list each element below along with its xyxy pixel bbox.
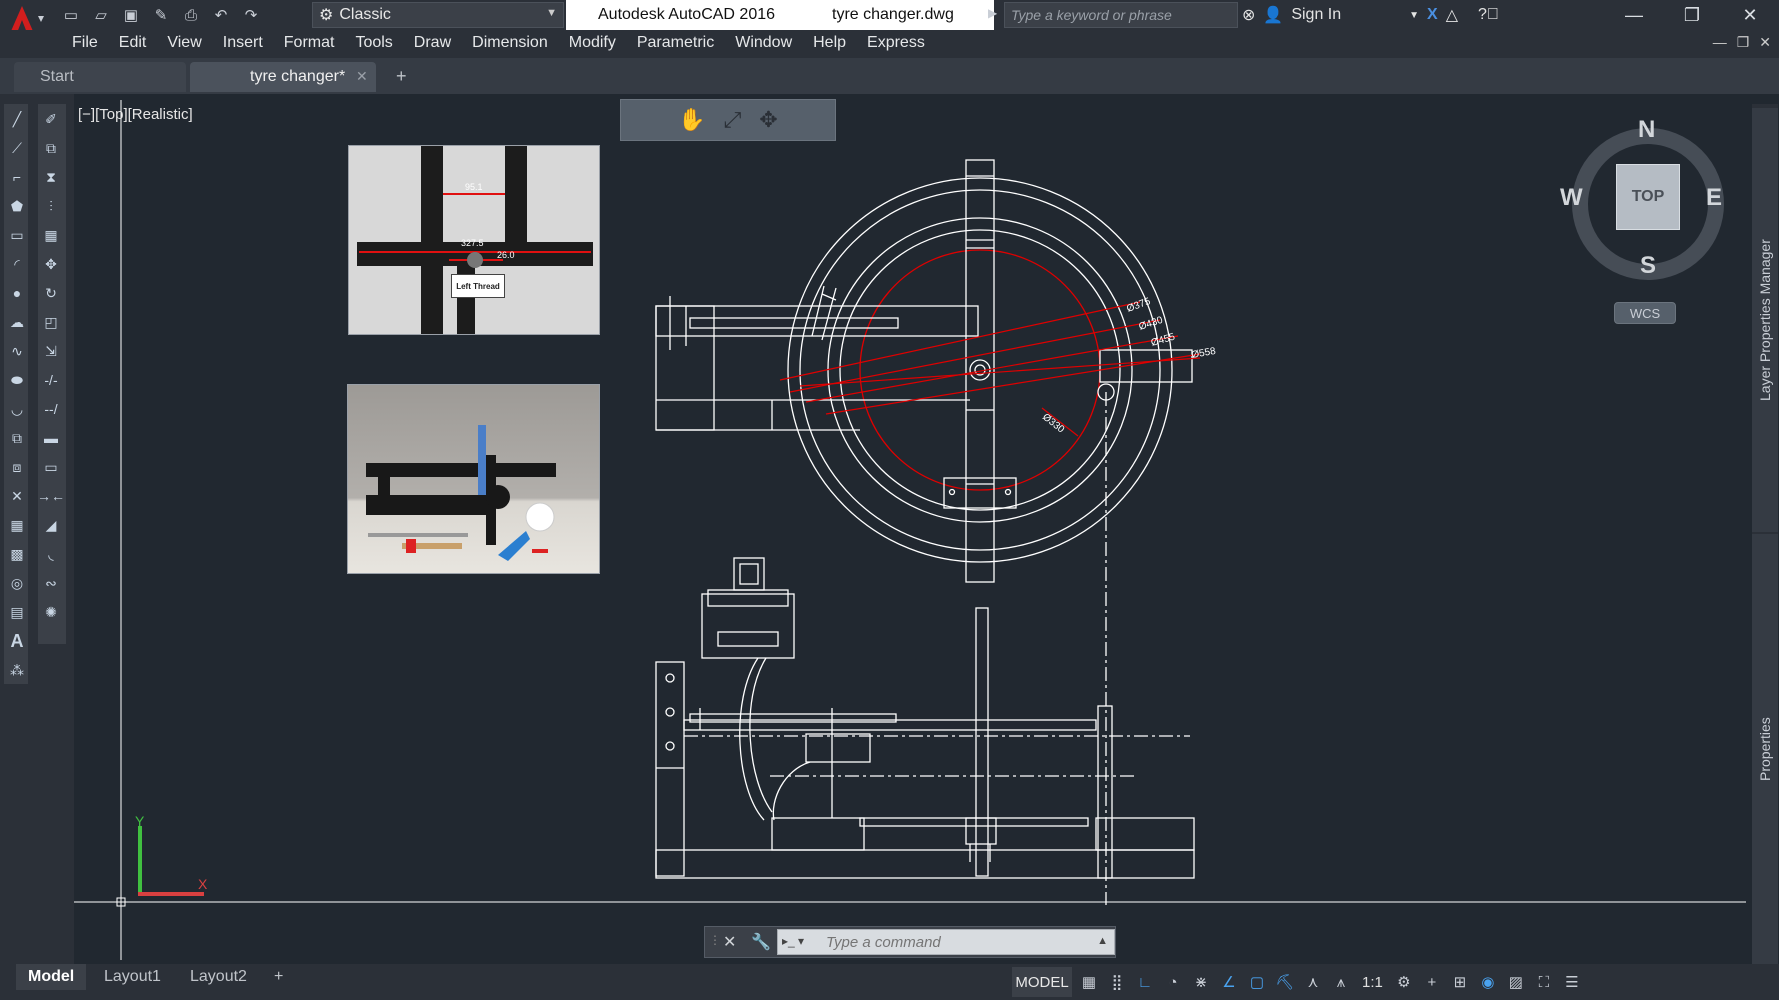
compass-south[interactable]: S (1640, 252, 1656, 280)
left-thread-label: Left Thread (451, 274, 505, 298)
palette-strip: Layer Properties Manager Properties (1752, 104, 1778, 964)
ucs-x-label: X (198, 876, 208, 892)
snap-icon[interactable]: ⣿ (1106, 969, 1128, 995)
orbit-icon[interactable]: ✥ (759, 107, 777, 133)
customize-menu-icon[interactable]: ☰ (1561, 969, 1583, 995)
navigation-bar: ✋ ⤢ ✥ (620, 99, 836, 141)
dim-95: 95.1 (465, 182, 483, 192)
right-post (1097, 705, 1113, 879)
dim-26: 26.0 (497, 250, 515, 260)
compass-north[interactable]: N (1638, 116, 1655, 144)
outer-rim-circle (787, 177, 1173, 563)
object-snap-tracking-icon[interactable]: ∠ (1218, 969, 1240, 995)
ortho-icon[interactable]: ∟ (1134, 969, 1156, 995)
lever-curve (739, 657, 765, 821)
layer-properties-manager-tab[interactable]: Layer Properties Manager (1752, 108, 1778, 532)
ucs-menu-button[interactable]: WCS (1614, 302, 1676, 324)
clean-screen-icon[interactable]: ⛶ (1533, 969, 1555, 995)
handle-housing (701, 593, 795, 659)
wrench-icon[interactable]: 🔧 (751, 932, 771, 952)
dim-375: Ø375 (1125, 296, 1152, 315)
slider-block (805, 733, 871, 763)
base-rail (655, 849, 1195, 879)
plus-icon[interactable]: + (1421, 969, 1443, 995)
handle-photo-drawing: 95.1 327.5 26.0 (349, 146, 599, 334)
reference-photo-handle: 95.1 327.5 26.0 Left Thread (348, 145, 600, 335)
zoom-extents-icon[interactable]: ⤢ (724, 107, 742, 133)
rim-circle-4 (839, 229, 1121, 511)
status-tools: MODEL ▦ ⣿ ∟ ◔ ⋇ ∠ ▢ ⛏ ⋏ ⩚ 1:1 ⚙ + ⊞ ◉ ▨ … (1012, 964, 1583, 1000)
add-layout-plus-icon[interactable]: + (262, 964, 295, 990)
command-prompt: ▸_ ▾ ▲ (777, 929, 1115, 955)
compass-east[interactable]: E (1706, 184, 1722, 212)
layout-tab-layout2[interactable]: Layout2 (178, 964, 259, 990)
right-arm (1099, 349, 1193, 383)
isometric-icon[interactable]: ⋇ (1190, 969, 1212, 995)
compass-west[interactable]: W (1560, 184, 1583, 212)
isolate-objects-icon[interactable]: ▨ (1505, 969, 1527, 995)
pan-hand-icon[interactable]: ✋ (678, 107, 705, 133)
rim-circle-3 (827, 217, 1133, 523)
ucs-icon: Y X (135, 813, 208, 896)
object-snap-icon[interactable]: ▢ (1246, 969, 1268, 995)
command-input[interactable] (826, 930, 1086, 954)
front-view (655, 557, 1195, 879)
close-icon[interactable]: ✕ (723, 932, 736, 952)
left-post (655, 661, 685, 877)
status-bar: Model Layout1 Layout2 + MODEL ▦ ⣿ ∟ ◔ ⋇ … (0, 964, 1779, 1000)
viewport-controls[interactable]: [−][Top][Realistic] (78, 106, 193, 123)
units-icon[interactable]: ⊞ (1449, 969, 1471, 995)
horizontal-arm (655, 305, 979, 337)
red-rim-circle (859, 249, 1101, 491)
drag-handle-icon[interactable]: ⋮ (709, 933, 721, 947)
lower-block (771, 817, 865, 851)
reference-photo-tyre-changer (347, 384, 600, 574)
dim-330: Ø330 (1040, 412, 1066, 436)
annotation-visibility-icon[interactable]: ⛏ (1274, 969, 1296, 995)
viewcube-top-face[interactable]: TOP (1616, 164, 1680, 230)
cad-drawing: Y X Ø375 Ø430 Ø455 Ø558 Ø330 (74, 100, 1746, 960)
top-arm (689, 713, 897, 723)
grid-icon[interactable]: ▦ (1078, 969, 1100, 995)
left-block (655, 305, 715, 431)
properties-tab[interactable]: Properties (1752, 534, 1778, 964)
center-post (975, 607, 989, 877)
annotation-scale-value[interactable]: 1:1 (1358, 974, 1387, 991)
model-space-button[interactable]: MODEL (1012, 967, 1072, 997)
dim-455: Ø455 (1150, 331, 1177, 348)
auto-scale-icon[interactable]: ⋏ (1302, 969, 1324, 995)
viewcube[interactable]: N S E W TOP WCS (1560, 112, 1740, 332)
dim-327: 327.5 (461, 238, 484, 248)
polar-tracking-icon[interactable]: ◔ (1162, 969, 1184, 995)
ucs-y-label: Y (135, 813, 145, 829)
dim-430: Ø430 (1138, 315, 1165, 333)
tyre-changer-photo-drawing (366, 425, 556, 561)
layout-tab-layout1[interactable]: Layout1 (92, 964, 173, 990)
annotation-scale-icon[interactable]: ⩚ (1330, 969, 1352, 995)
chevron-up-icon[interactable]: ▲ (1097, 935, 1108, 947)
layout-tab-model[interactable]: Model (16, 964, 87, 990)
command-prompt-icon[interactable]: ▸_ ▾ (782, 934, 804, 948)
command-line: ⋮ ✕ 🔧 ▸_ ▾ ▲ (704, 926, 1116, 958)
hardware-acceleration-icon[interactable]: ◉ (1477, 969, 1499, 995)
dim-558: Ø558 (1191, 346, 1217, 361)
workspace-gear-icon[interactable]: ⚙ (1393, 969, 1415, 995)
